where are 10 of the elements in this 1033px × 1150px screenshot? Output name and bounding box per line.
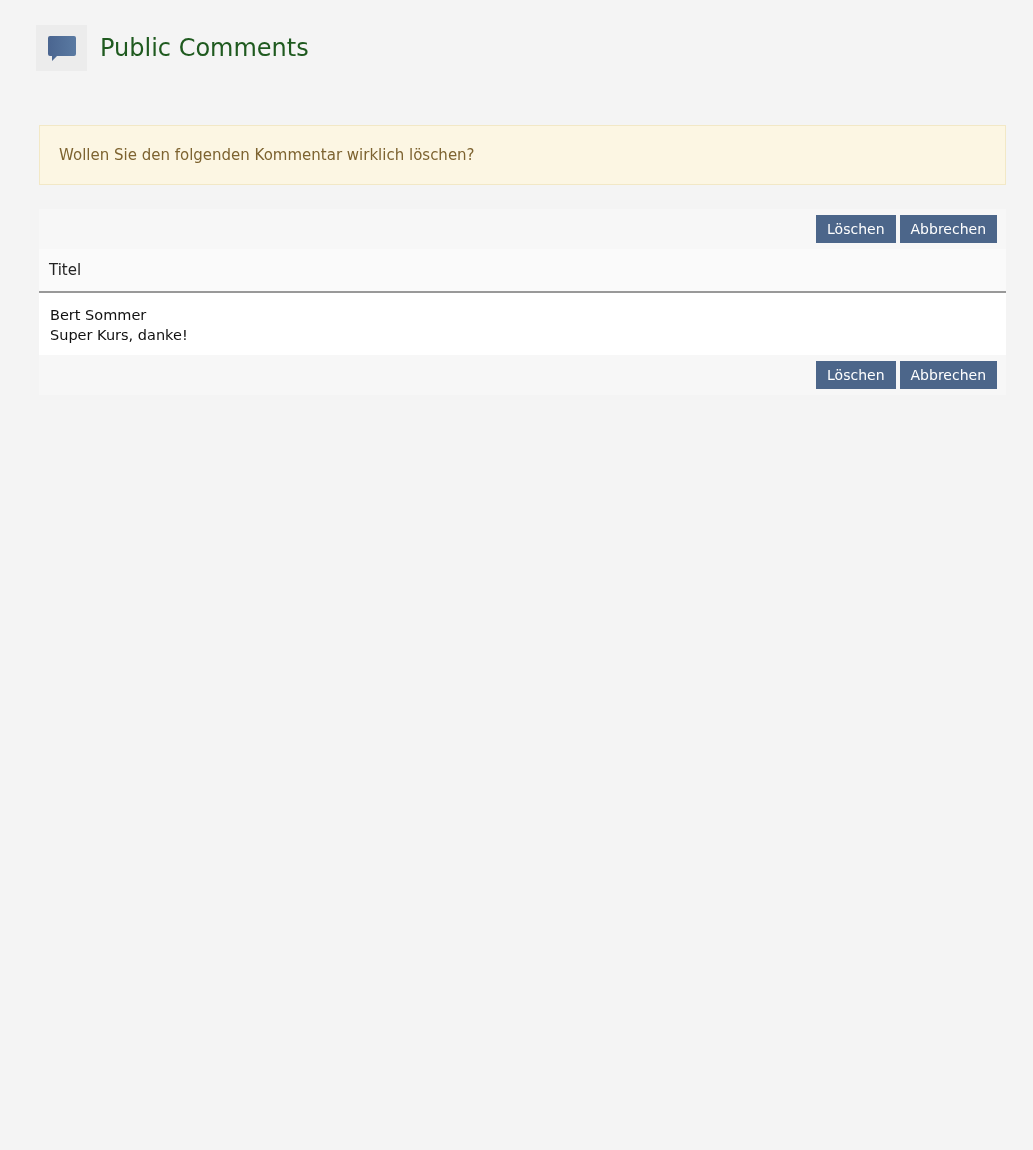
page-title: Public Comments [100, 34, 309, 62]
cancel-button[interactable]: Abbrechen [899, 215, 997, 243]
delete-button[interactable]: Löschen [816, 215, 896, 243]
cancel-button[interactable]: Abbrechen [899, 361, 997, 389]
confirmation-message: Wollen Sie den folgenden Kommentar wirklich löschen? [39, 125, 1006, 185]
comment-text: Super Kurs, danke! [50, 326, 189, 345]
speech-bubble-icon [46, 33, 77, 63]
delete-button[interactable]: Löschen [816, 361, 896, 389]
comment-author: Bert Sommer [50, 306, 148, 325]
column-header: Titel [39, 249, 1006, 293]
